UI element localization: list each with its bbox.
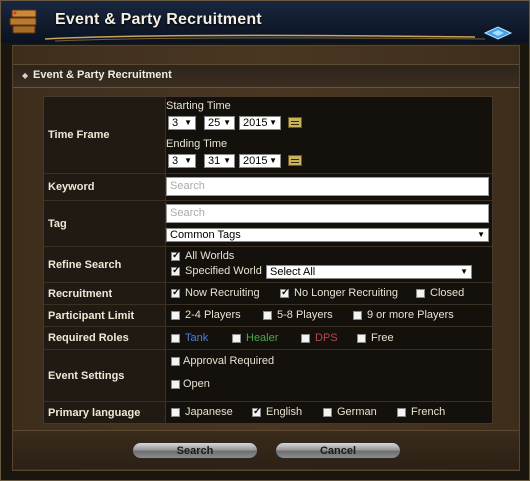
players-5-8-checkbox[interactable]	[263, 311, 272, 320]
open-checkbox[interactable]	[171, 380, 180, 389]
window-title: Event & Party Recruitment	[55, 11, 262, 28]
panel-header: ◆ Event & Party Recruitment	[13, 64, 519, 88]
start-day-select[interactable]: 25 ▼	[204, 116, 235, 130]
cancel-button[interactable]: Cancel	[275, 442, 401, 459]
common-tags-select[interactable]: Common Tags ▼	[166, 228, 489, 242]
row-refine-search: Refine Search All Worlds Specified World…	[44, 247, 492, 283]
label-refine-search: Refine Search	[44, 247, 166, 282]
row-primary-language: Primary language Japanese English German…	[44, 402, 492, 423]
closed-label: Closed	[430, 287, 465, 299]
end-calendar-icon[interactable]	[288, 155, 302, 166]
end-month-select[interactable]: 3 ▼	[168, 154, 196, 168]
players-9-plus-checkbox[interactable]	[353, 311, 362, 320]
german-label: German	[337, 406, 377, 418]
row-time-frame: Time Frame Starting Time 3 ▼ 25 ▼ 2015 ▼ En…	[44, 97, 492, 174]
japanese-label: Japanese	[185, 406, 233, 418]
tag-search-input[interactable]: Search	[166, 204, 489, 223]
label-recruitment: Recruitment	[44, 283, 166, 304]
end-day-select[interactable]: 31 ▼	[204, 154, 235, 168]
no-longer-recruiting-label: No Longer Recruiting	[294, 287, 398, 299]
label-tag: Tag	[44, 201, 166, 246]
german-checkbox[interactable]	[323, 408, 332, 417]
healer-label: Healer	[246, 332, 279, 344]
keyword-search-input[interactable]: Search	[166, 177, 489, 196]
no-longer-recruiting-checkbox[interactable]	[280, 287, 289, 298]
board-icon	[9, 9, 37, 34]
row-recruitment: Recruitment Now Recruiting No Longer Rec…	[44, 283, 492, 305]
title-bar: Event & Party Recruitment	[1, 1, 529, 43]
open-label: Open	[183, 378, 210, 390]
world-select[interactable]: Select All ▼	[266, 265, 472, 279]
title-underline	[45, 34, 486, 42]
closed-checkbox[interactable]	[416, 289, 425, 298]
japanese-checkbox[interactable]	[171, 408, 180, 417]
specified-world-checkbox[interactable]	[171, 265, 180, 276]
label-time-frame: Time Frame	[44, 97, 166, 173]
dps-label: DPS	[315, 332, 338, 344]
healer-checkbox[interactable]	[232, 334, 241, 343]
panel-header-title: Event & Party Recruitment	[33, 69, 172, 81]
players-9-plus-label: 9 or more Players	[367, 309, 454, 321]
start-year-select[interactable]: 2015 ▼	[239, 116, 281, 130]
label-participant-limit: Participant Limit	[44, 305, 166, 326]
specified-world-label: Specified World	[185, 265, 262, 277]
all-worlds-label: All Worlds	[185, 250, 235, 262]
starting-time-label: Starting Time	[166, 100, 231, 112]
now-recruiting-label: Now Recruiting	[185, 287, 260, 299]
now-recruiting-checkbox[interactable]	[171, 287, 180, 298]
english-checkbox[interactable]	[252, 406, 261, 417]
approval-required-checkbox[interactable]	[171, 357, 180, 366]
recruitment-window: Event & Party Recruitment ◆ Event & Part…	[0, 0, 530, 481]
row-keyword: Keyword Search	[44, 174, 492, 201]
row-tag: Tag Search Common Tags ▼	[44, 201, 492, 247]
search-form: Time Frame Starting Time 3 ▼ 25 ▼ 2015 ▼ En…	[43, 96, 493, 424]
players-2-4-checkbox[interactable]	[171, 311, 180, 320]
french-label: French	[411, 406, 446, 418]
row-participant-limit: Participant Limit 2-4 Players 5-8 Player…	[44, 305, 492, 327]
label-required-roles: Required Roles	[44, 327, 166, 349]
players-2-4-label: 2-4 Players	[185, 309, 241, 321]
tank-checkbox[interactable]	[171, 334, 180, 343]
ending-time-label: Ending Time	[166, 138, 228, 150]
all-worlds-checkbox[interactable]	[171, 250, 180, 261]
gem-close-icon[interactable]	[483, 26, 513, 40]
main-panel: ◆ Event & Party Recruitment Time Frame S…	[12, 45, 520, 471]
approval-required-label: Approval Required	[183, 355, 275, 367]
row-required-roles: Required Roles Tank Healer DPS Free	[44, 327, 492, 350]
search-button[interactable]: Search	[132, 442, 258, 459]
start-month-select[interactable]: 3 ▼	[168, 116, 196, 130]
dps-checkbox[interactable]	[301, 334, 310, 343]
players-5-8-label: 5-8 Players	[277, 309, 333, 321]
start-calendar-icon[interactable]	[288, 117, 302, 128]
french-checkbox[interactable]	[397, 408, 406, 417]
english-label: English	[266, 406, 303, 418]
free-checkbox[interactable]	[357, 334, 366, 343]
label-keyword: Keyword	[44, 174, 166, 200]
free-label: Free	[371, 332, 394, 344]
tank-label: Tank	[185, 332, 209, 344]
row-event-settings: Event Settings Approval Required Open	[44, 350, 492, 402]
label-event-settings: Event Settings	[44, 350, 166, 401]
bullet-icon: ◆	[22, 71, 29, 80]
label-primary-language: Primary language	[44, 402, 166, 423]
end-year-select[interactable]: 2015 ▼	[239, 154, 281, 168]
button-bar: Search Cancel	[13, 430, 519, 469]
